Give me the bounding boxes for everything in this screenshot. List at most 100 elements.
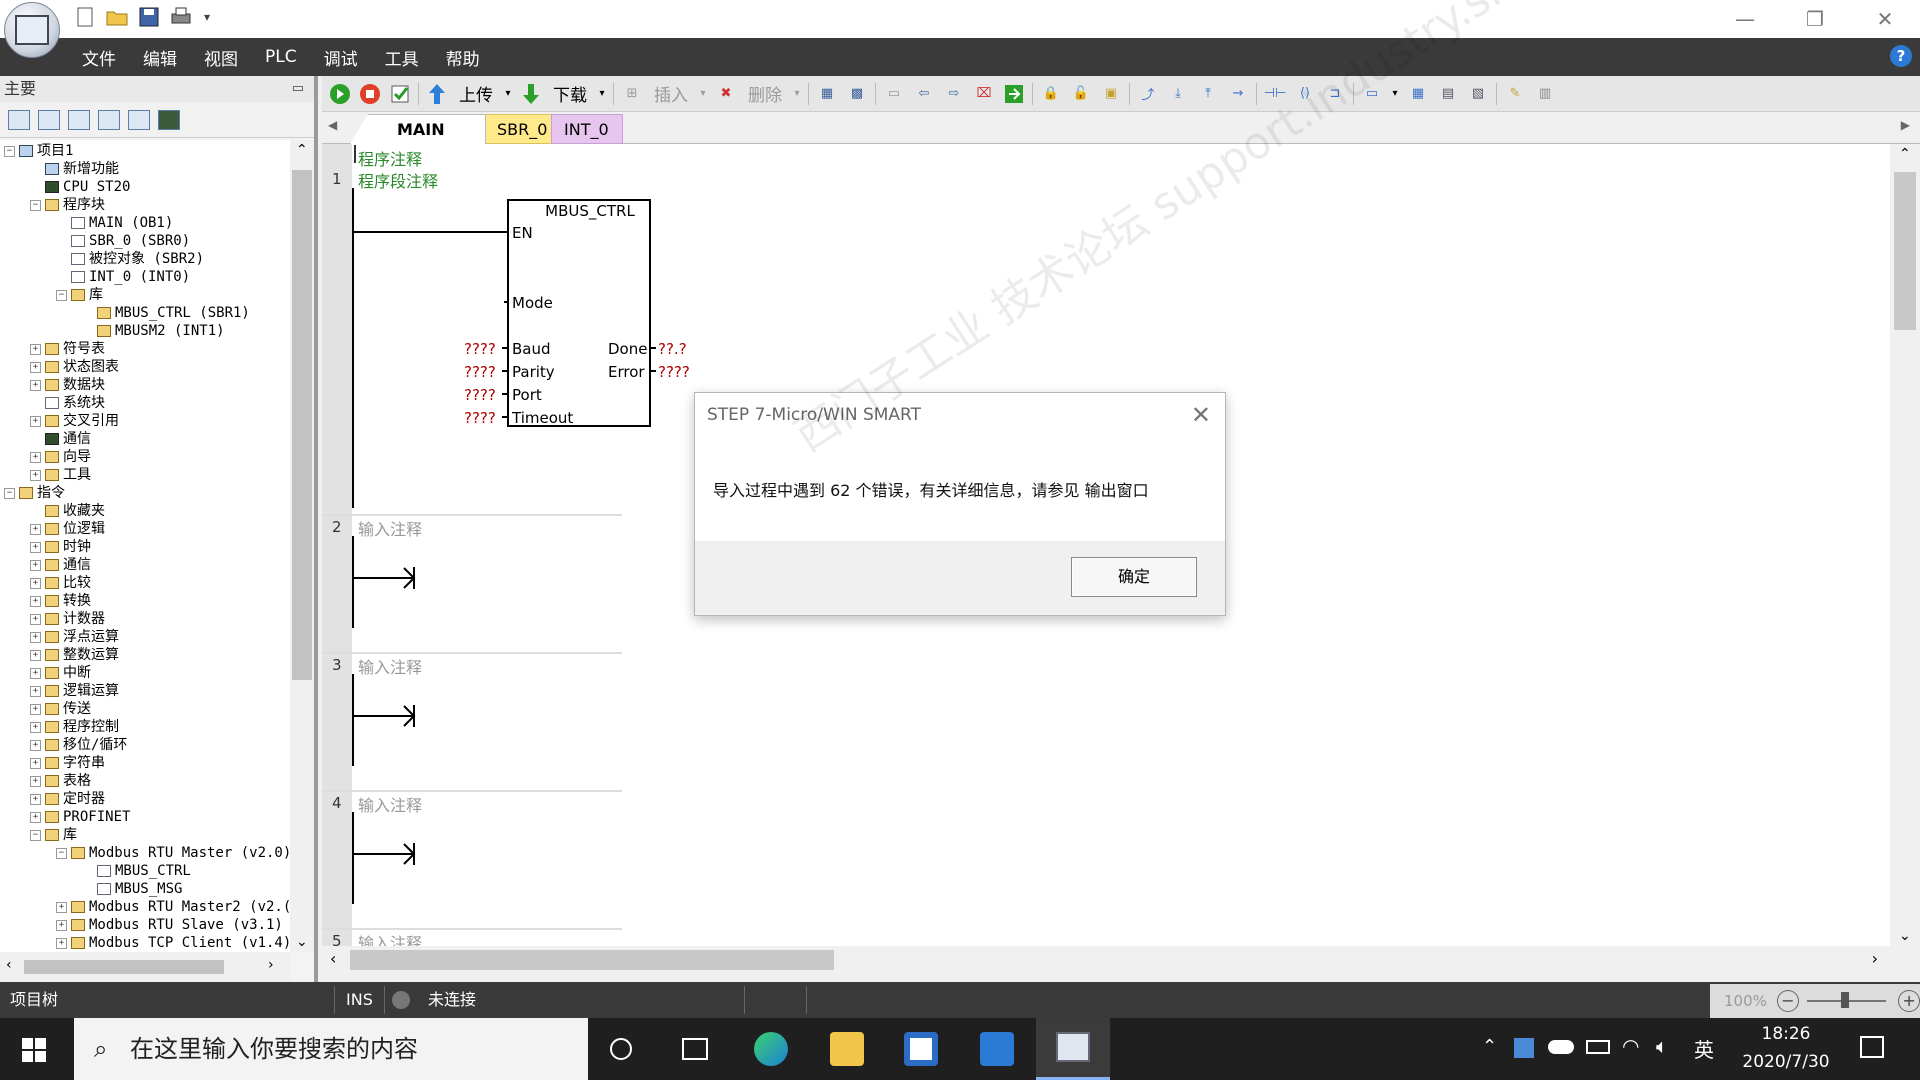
coil-icon[interactable]: ⟨⟩ [1293,82,1317,106]
scroll-thumb[interactable] [1894,172,1916,330]
box-icon[interactable]: ⊐ [1323,82,1347,106]
notification-icon[interactable] [1860,1036,1884,1058]
tree-item[interactable]: + 交叉引用 [30,412,119,430]
scroll-right-icon[interactable]: › [1872,949,1878,968]
expand-icon[interactable]: + [56,901,67,913]
tab-scroll-right-icon[interactable]: ▶ [1901,118,1910,132]
active-app-highlight[interactable] [1036,1018,1110,1080]
tree-item[interactable]: + Modbus RTU Slave (v3.1) [56,916,283,934]
tree-item[interactable]: + 传送 [30,700,91,718]
expand-icon[interactable]: + [30,793,41,805]
scroll-down-icon[interactable]: ⌄ [1899,928,1911,944]
tree-item[interactable]: MBUS_CTRL [82,862,191,880]
scroll-thumb[interactable] [350,950,834,970]
tree-item[interactable]: + 通信 [30,556,91,574]
file-explorer-icon[interactable] [830,1032,864,1066]
zoom-slider[interactable] [1806,992,1887,1008]
download-arrow-icon[interactable] [519,82,543,106]
menu-debug[interactable]: 调试 [324,45,358,70]
customize-dropdown-icon[interactable]: ▾ [200,4,214,30]
tab-int0[interactable]: INT_0 [551,114,623,144]
expand-icon[interactable]: + [30,739,41,751]
task-view-icon[interactable] [682,1038,708,1060]
network-comment[interactable]: 输入注释 [358,792,422,816]
tree-item[interactable]: + 整数运算 [30,646,119,664]
tree-item[interactable]: + 数据块 [30,376,105,394]
scroll-left-icon[interactable]: ‹ [330,949,336,968]
download-dropdown-icon[interactable]: ▾ [597,82,607,106]
view-icon-3[interactable] [68,109,90,130]
upload-dropdown-icon[interactable]: ▾ [503,82,513,106]
delete-icon[interactable]: ✖ [714,82,738,106]
edge-icon[interactable] [754,1032,788,1066]
minimize-button[interactable]: — [1710,0,1780,38]
expand-icon[interactable]: + [30,703,41,715]
expand-icon[interactable]: + [30,595,41,607]
network-icon[interactable]: ▦ [815,82,839,106]
tree-horizontal-scrollbar[interactable]: ‹ › [0,952,290,982]
expand-icon[interactable]: + [30,757,41,769]
collapse-icon[interactable]: − [4,145,15,157]
contact-icon[interactable]: ⊣⊢ [1263,82,1287,106]
menu-help[interactable]: 帮助 [446,45,480,70]
taskbar-search-box[interactable]: ⌕ 在这里输入你要搜索的内容 [74,1018,588,1080]
tree-item[interactable]: + 中断 [30,664,91,682]
tree-item[interactable]: + 状态图表 [30,358,119,376]
branch-icon[interactable]: ⤴ [1136,82,1160,106]
tree-item[interactable]: INT_0 (INT0) [56,268,190,286]
tree-item[interactable]: MBUS_MSG [82,880,182,898]
dialog-close-icon[interactable]: ✕ [1191,401,1211,429]
expand-icon[interactable]: + [30,541,41,553]
operand-parity[interactable]: ???? [464,363,496,381]
network-comment[interactable]: 输入注释 [358,930,422,946]
tree-item[interactable]: + 比较 [30,574,91,592]
line-up-icon[interactable]: ⤒ [1196,82,1220,106]
upload-button[interactable]: 上传 [455,82,497,106]
network-edit-icon[interactable]: ▩ [845,82,869,106]
clock-time[interactable]: 18:26 [1738,1024,1834,1044]
save-icon[interactable] [136,4,162,30]
tree-item[interactable]: 收藏夹 [30,502,105,520]
collapse-icon[interactable]: − [4,487,15,499]
view-icon-5[interactable] [128,109,150,130]
view-icon-1[interactable] [8,109,30,130]
tree-item[interactable]: 被控对象 (SBR2) [56,250,204,268]
collapse-icon[interactable]: − [30,199,41,211]
clear-bookmarks-icon[interactable]: ⌧ [972,82,996,106]
expand-icon[interactable]: + [30,559,41,571]
tree-item[interactable]: 新增功能 [30,160,119,178]
expand-icon[interactable]: + [30,415,41,427]
next-bookmark-icon[interactable]: ⇨ [942,82,966,106]
scroll-thumb[interactable] [24,960,224,974]
wifi-icon[interactable]: ◠ [1622,1034,1639,1058]
clock-date[interactable]: 2020/7/30 [1734,1052,1838,1072]
expand-icon[interactable]: + [30,721,41,733]
tree-item[interactable]: + 转换 [30,592,91,610]
view-icon-4[interactable] [98,109,120,130]
tree-item[interactable]: + 逻辑运算 [30,682,119,700]
expand-icon[interactable]: + [56,919,67,931]
table-icon[interactable]: ▦ [1406,82,1430,106]
wizard-icon[interactable]: ✎ [1503,82,1527,106]
print-icon[interactable] [168,4,194,30]
tree-item[interactable]: SBR_0 (SBR0) [56,232,190,250]
expand-icon[interactable]: + [30,451,41,463]
goto-icon[interactable] [1002,82,1026,106]
tree-item[interactable]: + 工具 [30,466,91,484]
tree-item[interactable]: 通信 [30,430,91,448]
collapse-icon[interactable]: − [56,847,67,859]
tree-item[interactable]: + Modbus TCP Client (v1.4) [56,934,290,952]
expand-icon[interactable]: + [30,361,41,373]
menu-edit[interactable]: 编辑 [143,45,177,70]
expand-icon[interactable]: + [30,577,41,589]
unlock-icon[interactable]: 🔓 [1069,82,1093,106]
tree-item[interactable]: + 浮点运算 [30,628,119,646]
windows-start-icon[interactable] [22,1038,46,1066]
stop-icon[interactable] [358,82,382,106]
expand-icon[interactable]: + [30,631,41,643]
expand-icon[interactable]: + [30,811,41,823]
upload-arrow-icon[interactable] [425,82,449,106]
tree-item[interactable]: − 库 [30,826,77,844]
tree-item[interactable]: + PROFINET [30,808,130,826]
expand-icon[interactable]: + [30,613,41,625]
